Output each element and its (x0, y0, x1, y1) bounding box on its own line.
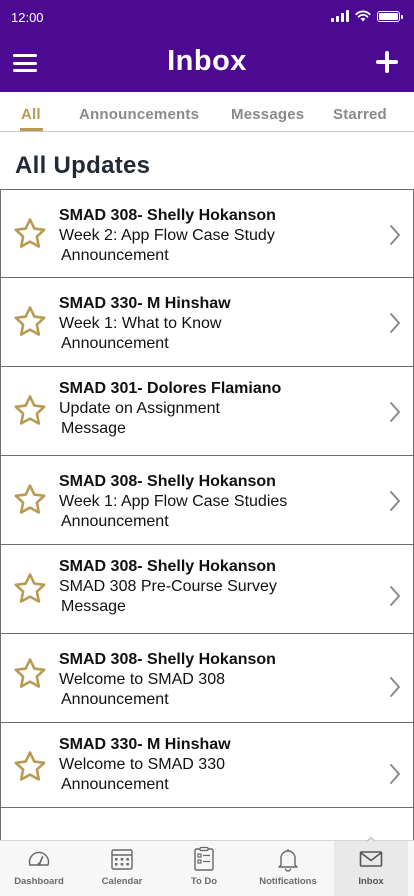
calendar-icon (111, 849, 133, 870)
star-icon[interactable] (13, 657, 47, 691)
compose-plus-icon[interactable] (376, 51, 398, 73)
item-type: Announcement (61, 247, 169, 264)
item-subject: Week 1: App Flow Case Studies (59, 493, 288, 510)
item-subject: Update on Assignment (59, 400, 220, 417)
list-item[interactable]: SMAD 301- Dolores Flamiano Update on Ass… (0, 366, 414, 456)
nav-todo[interactable]: To Do (166, 841, 242, 896)
app-header: 12:00 Inbox (0, 0, 414, 92)
item-type: Announcement (61, 335, 169, 352)
item-subject: Welcome to SMAD 330 (59, 756, 225, 773)
chevron-right-icon (390, 225, 400, 245)
chevron-right-icon (390, 677, 400, 697)
item-sender: SMAD 308- Shelly Hokanson (59, 473, 276, 490)
nav-calendar[interactable]: Calendar (84, 841, 160, 896)
star-icon[interactable] (13, 217, 47, 251)
star-icon[interactable] (13, 394, 47, 428)
star-icon[interactable] (13, 750, 47, 784)
tab-starred[interactable]: Starred (333, 106, 387, 123)
item-subject: SMAD 308 Pre-Course Survey (59, 578, 277, 595)
list-item[interactable]: SMAD 308- Shelly Hokanson Welcome to SMA… (0, 633, 414, 723)
todo-icon (194, 846, 214, 871)
status-icons (331, 10, 403, 22)
wifi-icon (355, 10, 371, 22)
tab-messages[interactable]: Messages (231, 106, 304, 123)
item-type: Announcement (61, 513, 169, 530)
tab-all[interactable]: All (21, 106, 41, 123)
bottom-tab-bar: Dashboard Calendar To Do Notifications I… (0, 836, 414, 896)
chevron-right-icon (390, 402, 400, 422)
item-sender: SMAD 330- M Hinshaw (59, 295, 231, 312)
item-type: Announcement (61, 776, 169, 793)
battery-icon (377, 10, 403, 22)
star-icon[interactable] (13, 572, 47, 606)
section-title: All Updates (15, 152, 151, 179)
nav-dashboard-label: Dashboard (14, 876, 64, 887)
item-subject: Welcome to SMAD 308 (59, 671, 225, 688)
nav-notifications[interactable]: Notifications (248, 841, 328, 896)
page-title: Inbox (167, 45, 247, 77)
item-type: Announcement (61, 691, 169, 708)
list-item[interactable]: SMAD 330- M Hinshaw Week 1: What to Know… (0, 277, 414, 367)
item-sender: SMAD 308- Shelly Hokanson (59, 207, 276, 224)
nav-todo-label: To Do (190, 876, 218, 887)
dashboard-icon (28, 851, 50, 866)
list-item[interactable]: SMAD 330- M Hinshaw Welcome to SMAD 330 … (0, 722, 414, 808)
nav-dashboard[interactable]: Dashboard (0, 841, 78, 896)
filter-tabs: All Announcements Messages Starred (0, 92, 414, 132)
item-sender: SMAD 301- Dolores Flamiano (59, 380, 282, 397)
star-icon[interactable] (13, 305, 47, 339)
nav-notifications-label: Notifications (259, 876, 317, 887)
status-bar: 12:00 (0, 0, 414, 34)
nav-calendar-label: Calendar (101, 876, 143, 887)
chevron-right-icon (390, 586, 400, 606)
list-item[interactable]: SMAD 308- Shelly Hokanson Week 1: App Fl… (0, 455, 414, 545)
active-tab-indicator (20, 128, 43, 131)
list-item[interactable]: SMAD 308- Shelly Hokanson Week 2: App Fl… (0, 189, 414, 278)
chevron-right-icon (390, 313, 400, 333)
item-sender: SMAD 308- Shelly Hokanson (59, 651, 276, 668)
signal-icon (331, 10, 349, 22)
star-icon[interactable] (13, 483, 47, 517)
nav-inbox-label: Inbox (358, 876, 384, 887)
chevron-right-icon (390, 764, 400, 784)
item-sender: SMAD 308- Shelly Hokanson (59, 558, 276, 575)
item-type: Message (61, 420, 126, 437)
mail-icon (359, 851, 383, 867)
status-time: 12:00 (11, 10, 44, 25)
list-item[interactable]: SMAD 308- Shelly Hokanson SMAD 308 Pre-C… (0, 544, 414, 634)
chevron-right-icon (390, 491, 400, 511)
tab-announcements[interactable]: Announcements (79, 106, 199, 123)
item-subject: Week 2: App Flow Case Study (59, 227, 275, 244)
item-sender: SMAD 330- M Hinshaw (59, 736, 231, 753)
bell-icon (278, 849, 298, 872)
item-type: Message (61, 598, 126, 615)
nav-inbox[interactable]: Inbox (334, 836, 408, 896)
item-subject: Week 1: What to Know (59, 315, 222, 332)
